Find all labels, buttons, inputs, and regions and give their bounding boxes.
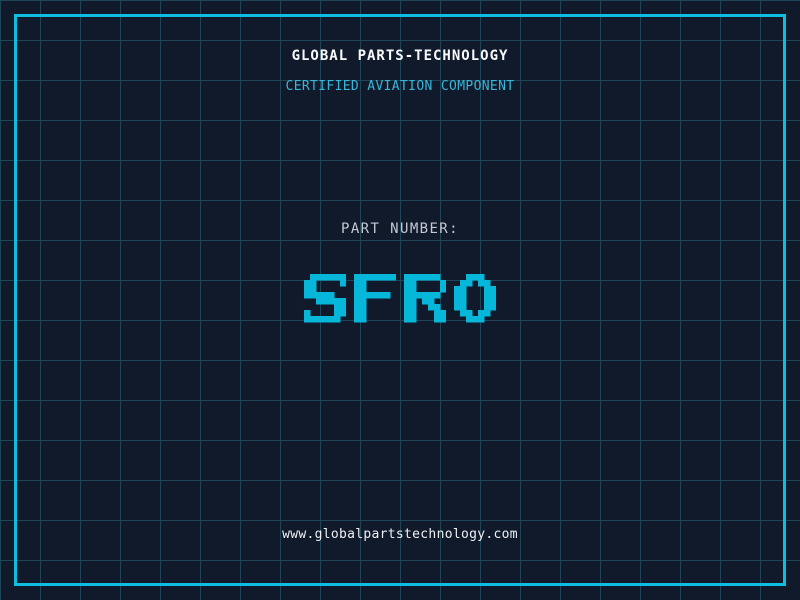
website-url: www.globalpartstechnology.com xyxy=(282,527,518,542)
part-number-display xyxy=(0,272,800,324)
certificate-page: { "header": { "company_name": "GLOBAL PA… xyxy=(0,0,800,600)
pixel-letter-R xyxy=(404,274,446,323)
pixel-letter-F xyxy=(354,274,396,323)
company-name: GLOBAL PARTS-TECHNOLOGY xyxy=(291,48,509,64)
pixel-letter-S xyxy=(304,274,346,323)
part-number-label: PART NUMBER: xyxy=(341,221,459,237)
pixel-letter-O xyxy=(454,274,496,323)
certification-line: CERTIFIED AVIATION COMPONENT xyxy=(285,79,515,94)
